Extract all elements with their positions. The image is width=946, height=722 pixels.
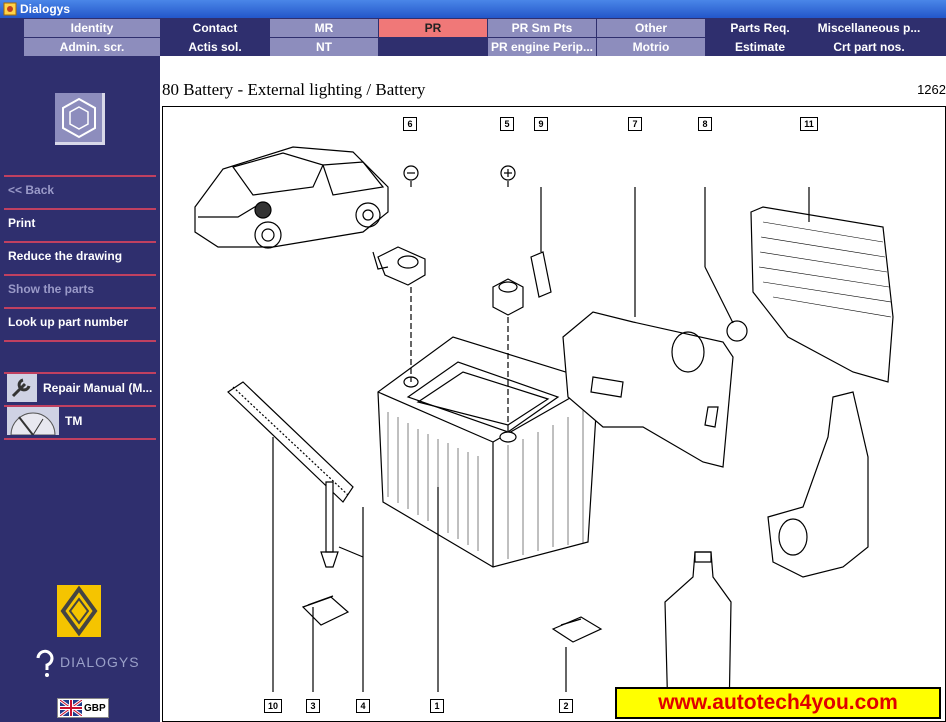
sidebar-item-back[interactable]: << Back — [0, 174, 160, 206]
tool-label: Repair Manual (M... — [43, 381, 153, 395]
sidebar-item-tm[interactable]: TM — [0, 406, 160, 436]
grommet-illustration — [726, 320, 748, 342]
callout-2[interactable]: 2 — [559, 699, 573, 713]
parts-drawing[interactable]: 6 5 9 7 8 11 10 3 4 1 2 — [162, 106, 946, 722]
callout-9[interactable]: 9 — [534, 117, 548, 131]
window-title: Dialogys — [20, 2, 71, 16]
tab-parts-req[interactable]: Parts Req. — [706, 19, 814, 37]
tab-empty — [379, 38, 487, 56]
app-icon — [3, 2, 17, 16]
tool-label: TM — [65, 414, 83, 428]
support-bracket-illustration — [767, 391, 869, 578]
title-bar: Dialogys — [0, 0, 946, 18]
tab-actis-sol[interactable]: Actis sol. — [161, 38, 269, 56]
tab-nt[interactable]: NT — [270, 38, 378, 56]
uk-flag-icon — [60, 700, 82, 716]
negative-terminal-illustration — [372, 246, 426, 286]
main-panel: 80 Battery - External lighting / Battery… — [160, 56, 946, 722]
exploded-view — [194, 146, 894, 718]
callout-10[interactable]: 10 — [264, 699, 282, 713]
drawing-code: 1262 — [917, 82, 946, 97]
hex-nut-icon[interactable] — [55, 93, 105, 145]
callout-1[interactable]: 1 — [430, 699, 444, 713]
tab-estimate[interactable]: Estimate — [706, 38, 814, 56]
tab-motrio[interactable]: Motrio — [597, 38, 705, 56]
tab-crt-part-nos[interactable]: Crt part nos. — [815, 38, 923, 56]
sidebar: << Back Print Reduce the drawing Show th… — [0, 56, 160, 722]
tab-pr-engine-perip[interactable]: PR engine Perip... — [488, 38, 596, 56]
sidebar-item-repair-manual[interactable]: Repair Manual (M... — [0, 373, 160, 403]
app-window: Dialogys Identity Contact MR PR PR Sm Pt… — [0, 0, 946, 722]
battery-tray-illustration — [750, 206, 894, 383]
callout-8[interactable]: 8 — [698, 117, 712, 131]
battery-foot-illustration — [551, 616, 603, 643]
callout-11[interactable]: 11 — [800, 117, 818, 131]
dialogys-logo: DIALOGYS — [34, 648, 139, 678]
clamp-illustration — [301, 595, 350, 626]
callout-5[interactable]: 5 — [500, 117, 514, 131]
currency-label: GBP — [84, 702, 106, 714]
sidebar-item-print[interactable]: Print — [0, 207, 160, 239]
currency-button[interactable]: GBP — [57, 698, 109, 718]
strap-illustration — [227, 381, 354, 503]
brand-name: DIALOGYS — [60, 654, 140, 670]
tab-pr[interactable]: PR — [379, 19, 487, 37]
callout-6[interactable]: 6 — [403, 117, 417, 131]
tab-pr-sm-pts[interactable]: PR Sm Pts — [488, 19, 596, 37]
positive-terminal-illustration — [492, 278, 524, 316]
callout-7[interactable]: 7 — [628, 117, 642, 131]
bracket-illustration — [530, 251, 552, 298]
car-illustration — [194, 146, 389, 249]
tab-mr[interactable]: MR — [270, 19, 378, 37]
tab-identity[interactable]: Identity — [24, 19, 160, 37]
clock-icon — [7, 407, 59, 435]
watermark-banner: www.autotech4you.com — [615, 687, 941, 719]
callout-3[interactable]: 3 — [306, 699, 320, 713]
renault-logo — [57, 585, 101, 637]
tab-admin-scr[interactable]: Admin. scr. — [24, 38, 160, 56]
tab-other[interactable]: Other — [597, 19, 705, 37]
sidebar-item-look-up-part[interactable]: Look up part number — [0, 306, 160, 338]
tab-contact[interactable]: Contact — [161, 19, 269, 37]
wrench-icon — [7, 374, 37, 402]
sidebar-divider — [4, 340, 156, 342]
drawing-title: 80 Battery - External lighting / Battery — [162, 80, 426, 99]
tab-miscellaneous[interactable]: Miscellaneous p... — [815, 19, 923, 37]
sidebar-item-reduce-drawing[interactable]: Reduce the drawing — [0, 240, 160, 272]
sidebar-divider — [4, 438, 156, 440]
sidebar-item-show-parts[interactable]: Show the parts — [0, 273, 160, 305]
callout-4[interactable]: 4 — [356, 699, 370, 713]
